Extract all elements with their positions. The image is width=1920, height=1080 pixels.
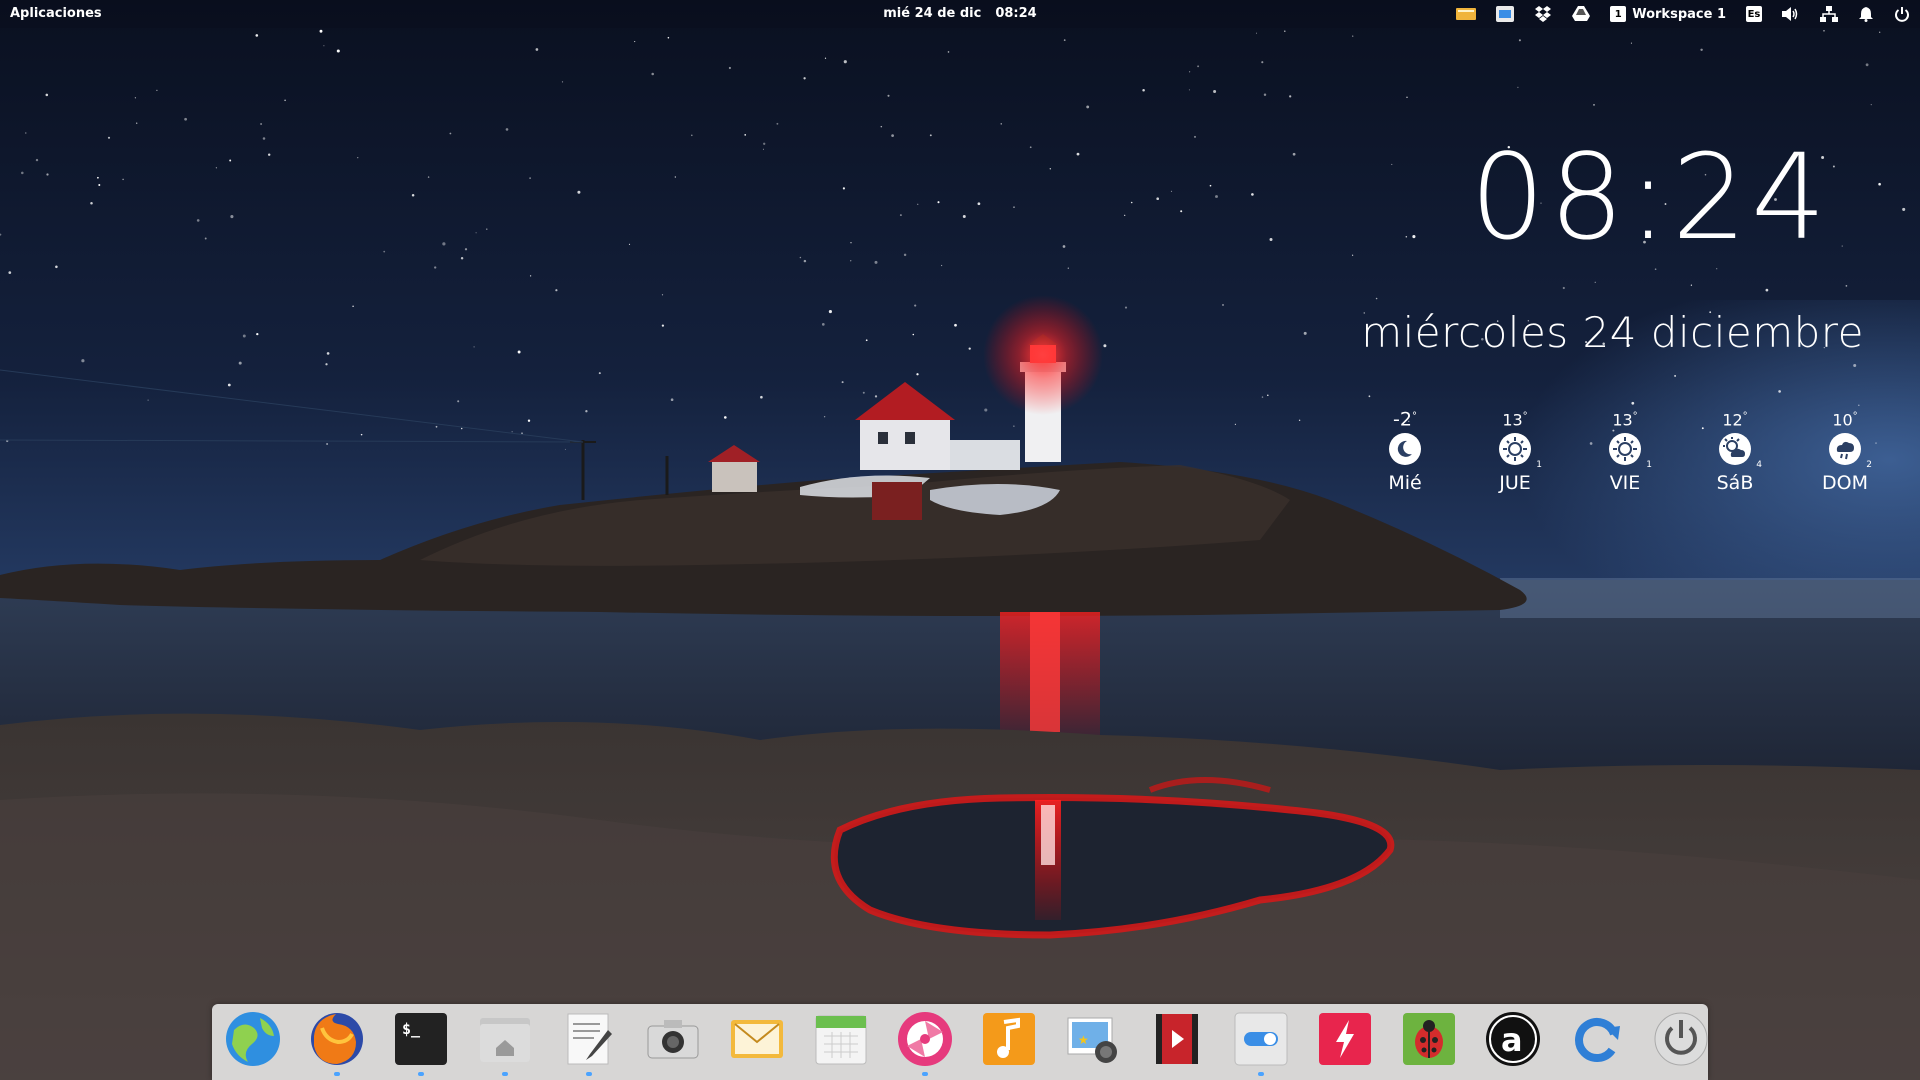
messages-icon[interactable] [1456, 4, 1477, 24]
weather-sub-value: 2 [1866, 460, 1872, 470]
settings-toggle-icon[interactable] [1232, 1010, 1290, 1076]
photos-icon[interactable]: ★ [1064, 1010, 1122, 1068]
power-icon[interactable] [1894, 4, 1910, 24]
weather-sub-value: 1 [1536, 460, 1542, 470]
music-player-pink-icon[interactable] [896, 1010, 954, 1076]
weather-day: 13° 1 JUE [1470, 406, 1560, 494]
shutdown-icon[interactable] [1652, 1010, 1710, 1068]
weather-forecast: -2° Mié 13° 1 JUE 13° 1 VIE 12° 4 SáB 10… [1360, 406, 1880, 526]
terminal-icon[interactable]: $_ [392, 1010, 450, 1076]
flash-icon[interactable] [1316, 1010, 1374, 1068]
workspace-indicator[interactable]: 1 Workspace 1 [1610, 4, 1726, 24]
weather-temp: -2° [1393, 408, 1417, 431]
svg-text:★: ★ [1078, 1033, 1089, 1047]
sun-icon: 1 [1498, 432, 1542, 470]
mail-icon[interactable] [728, 1010, 786, 1068]
rain-cloud-icon: 2 [1828, 432, 1872, 470]
workspace-icon: 1 [1610, 6, 1627, 22]
notifications-icon[interactable] [1858, 4, 1874, 24]
weather-day-name: DOM [1822, 472, 1868, 494]
files-home-icon[interactable] [476, 1010, 534, 1076]
indicator-area: 1 Workspace 1 Es [1456, 4, 1910, 24]
network-icon[interactable] [1820, 4, 1838, 24]
calendar-icon[interactable] [812, 1010, 870, 1068]
moon-icon [1388, 432, 1422, 466]
weather-day-name: SáB [1716, 472, 1754, 494]
update-icon[interactable] [1568, 1010, 1626, 1068]
applications-menu[interactable]: Aplicaciones [10, 6, 102, 21]
dropbox-icon[interactable] [1534, 4, 1552, 24]
desktop-clock: 08:24 [1470, 128, 1831, 266]
firefox-icon[interactable] [308, 1010, 366, 1076]
running-indicator [586, 1072, 592, 1076]
weather-temp: 13° [1612, 410, 1638, 430]
running-indicator [922, 1072, 928, 1076]
weather-day: 13° 1 VIE [1580, 406, 1670, 494]
weather-day: 12° 4 SáB [1690, 406, 1780, 494]
videos-icon[interactable] [1148, 1010, 1206, 1068]
display-icon[interactable] [1496, 4, 1515, 24]
partly-cloudy-icon: 4 [1718, 432, 1762, 470]
volume-icon[interactable] [1782, 4, 1800, 24]
panel-time[interactable]: 08:24 [995, 6, 1036, 21]
font-a-icon[interactable]: a [1484, 1010, 1542, 1068]
weather-day: -2° Mié [1360, 406, 1450, 494]
running-indicator [1258, 1072, 1264, 1076]
desktop-date: miércoles 24 diciembre [1361, 308, 1864, 357]
weather-day-name: Mié [1388, 472, 1422, 494]
weather-day-name: JUE [1499, 472, 1531, 494]
camera-icon[interactable] [644, 1010, 702, 1068]
workspace-label: Workspace 1 [1632, 6, 1726, 22]
keyboard-layout-indicator[interactable]: Es [1746, 4, 1762, 24]
bug-report-icon[interactable] [1400, 1010, 1458, 1068]
weather-temp: 12° [1722, 410, 1748, 430]
drive-icon[interactable] [1572, 4, 1591, 24]
text-editor-icon[interactable] [560, 1010, 618, 1076]
music-note-icon[interactable] [980, 1010, 1038, 1068]
sun-icon: 1 [1608, 432, 1652, 470]
svg-text:$_: $_ [402, 1020, 421, 1038]
running-indicator [418, 1072, 424, 1076]
browser-globe-icon[interactable] [224, 1010, 282, 1068]
svg-text:a: a [1501, 1021, 1523, 1059]
dock-items: $_ ★ a [224, 1010, 1710, 1080]
weather-temp: 10° [1832, 410, 1858, 430]
weather-day: 10° 2 DOM [1800, 406, 1890, 494]
weather-sub-value: 4 [1756, 460, 1762, 470]
weather-sub-value: 1 [1646, 460, 1652, 470]
weather-day-name: VIE [1609, 472, 1641, 494]
panel-date[interactable]: mié 24 de dic [883, 6, 981, 21]
running-indicator [334, 1072, 340, 1076]
running-indicator [502, 1072, 508, 1076]
keyboard-icon: Es [1746, 6, 1762, 22]
top-panel: Aplicaciones mié 24 de dic 08:24 1 Worksp… [0, 0, 1920, 28]
weather-temp: 13° [1502, 410, 1528, 430]
